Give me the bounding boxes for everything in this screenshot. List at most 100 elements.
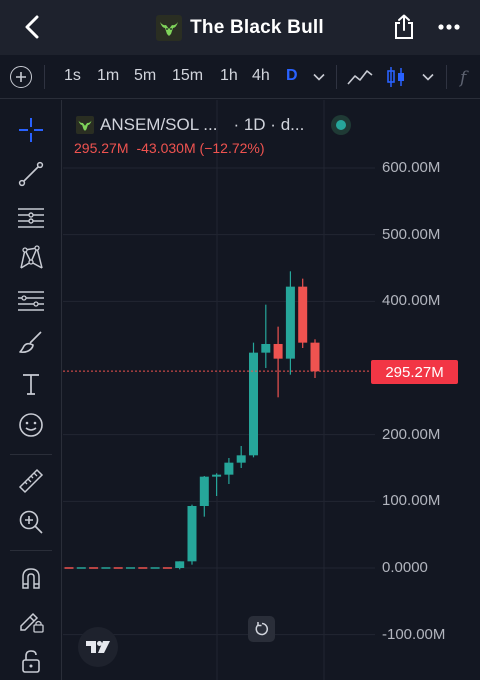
sidebar-divider [10,454,52,455]
candle-body [199,476,209,506]
horizontal-lines-tool[interactable] [14,199,48,233]
indicators-button[interactable] [347,66,373,88]
price-axis-label: 200.00M [382,425,441,443]
candle-body [236,455,246,463]
candle[interactable] [162,567,172,569]
chart-legend[interactable]: ANSEM/SOL ... · 1D · d... [76,114,304,136]
more-horizontal-icon [438,24,460,30]
lock-drawings-tool[interactable] [14,603,48,637]
candle[interactable] [285,271,295,375]
status-dot [336,120,346,130]
price-change: -43.030M (−12.72%) [136,140,264,156]
fib-levels-icon [18,291,44,311]
candle[interactable] [236,445,246,468]
text-icon [23,374,39,395]
emoji-tool[interactable] [14,408,48,442]
candle[interactable] [101,567,111,569]
candle-body [273,343,283,359]
text-tool[interactable] [14,367,48,401]
interval-15m[interactable]: 15m [172,67,203,85]
lock-tool[interactable] [14,644,48,678]
candle[interactable] [187,504,197,565]
candle[interactable] [298,278,308,348]
sidebar-divider [10,550,52,551]
horizontal-lines-icon [18,208,44,228]
chart-toolbar: 1s 1m 5m 15m 1h 4h D f [0,55,480,99]
ruler-tool[interactable] [14,464,48,498]
svg-text:f: f [458,68,469,88]
price-axis-label: 500.00M [382,225,441,243]
ruler-icon [18,468,44,494]
magnet-tool[interactable] [14,561,48,595]
trendline-tool[interactable] [14,157,48,191]
fib-levels-tool[interactable] [14,283,48,317]
candle[interactable] [64,567,74,569]
candlestick-chart[interactable] [63,100,480,680]
tradingview-logo-icon[interactable] [78,627,118,667]
candle[interactable] [199,475,209,517]
candle[interactable] [76,567,86,569]
zoom-in-tool[interactable] [14,505,48,539]
fx-button[interactable]: f [454,66,480,88]
interval-5m[interactable]: 5m [134,67,156,85]
app-header: The Black Bull [0,0,480,55]
zoom-in-icon [19,510,43,534]
add-circle-icon [16,72,26,82]
symbol-name[interactable]: ANSEM/SOL ... [100,115,217,135]
candle[interactable] [126,567,135,569]
change-abs: -43.030M [136,140,196,156]
candle[interactable] [113,567,123,569]
price-axis-label: 100.00M [382,492,441,510]
candle[interactable] [249,342,258,458]
fx-icon: f [458,68,469,88]
lock-pencil-icon [20,612,44,633]
brush-tool[interactable] [14,325,48,359]
chart-type-dropdown-button[interactable] [415,66,441,88]
trendline-icon [18,161,44,187]
candles-icon [387,67,404,87]
chart-pane[interactable] [63,100,480,680]
change-pct: (−12.72%) [199,140,265,156]
last-price: 295.27M [74,140,129,156]
candle-body [249,352,258,456]
candle-body [175,561,185,568]
crosshair-tool[interactable] [14,113,48,147]
bull-logo-icon [156,14,183,41]
add-symbol-button[interactable] [10,66,32,88]
pattern-tool[interactable] [14,241,48,275]
current-price-tag: 295.27M [371,360,458,384]
candle[interactable] [261,304,271,368]
candle-body [126,567,135,569]
candle[interactable] [310,339,320,378]
symbol-details: · 1D · d... [233,115,305,134]
reset-chart-button[interactable] [248,616,275,642]
price-axis-label: 600.00M [382,158,441,176]
share-icon [395,14,413,39]
candle[interactable] [150,567,160,569]
candle[interactable] [224,457,234,484]
candle-body [261,343,271,353]
interval-d[interactable]: D [286,67,298,85]
candle-body [285,286,295,359]
candle-body [64,567,74,569]
candle-body [212,474,222,477]
reset-icon [255,622,268,636]
token-logo-icon [76,116,94,134]
interval-1s[interactable]: 1s [64,67,81,85]
chart-type-button[interactable] [383,66,409,88]
share-button[interactable] [390,12,418,42]
market-status-indicator[interactable] [331,115,351,135]
interval-1m[interactable]: 1m [97,67,119,85]
chevron-down-icon [313,73,325,81]
interval-4h[interactable]: 4h [252,67,270,85]
candle[interactable] [89,567,99,569]
candle-body [150,567,160,569]
candle[interactable] [138,567,148,569]
interval-dropdown-button[interactable] [306,66,332,88]
indicators-icon [347,70,373,85]
candle[interactable] [273,326,283,398]
candle[interactable] [212,473,222,496]
interval-1h[interactable]: 1h [220,67,238,85]
toolbar-divider [336,65,337,89]
more-button[interactable] [434,12,464,42]
